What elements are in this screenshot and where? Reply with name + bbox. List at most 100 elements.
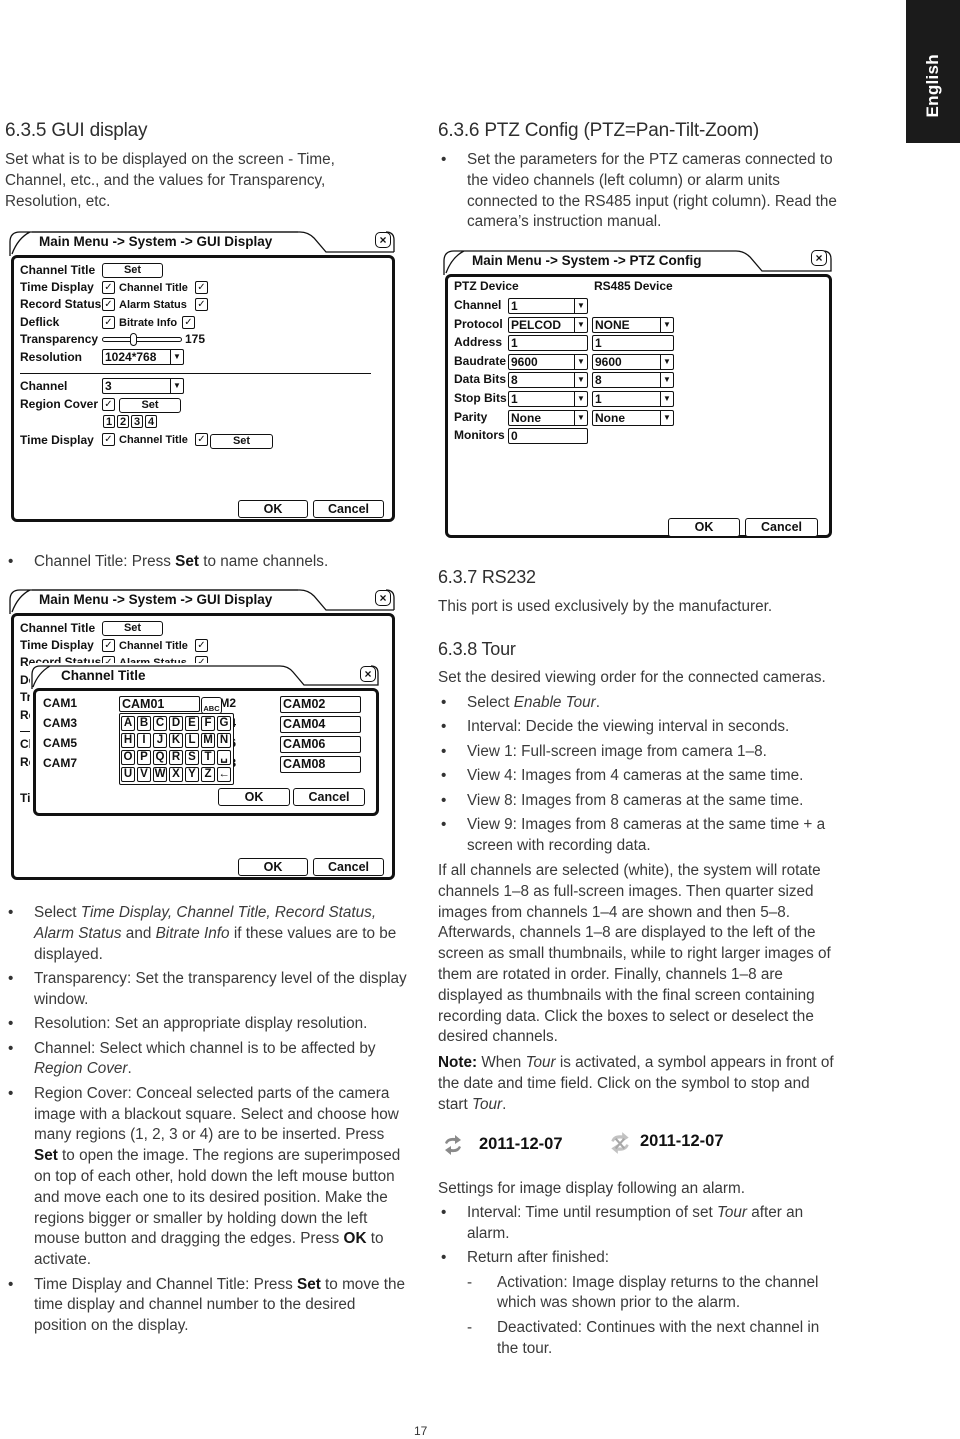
- ok-button[interactable]: OK: [668, 518, 740, 537]
- keyboard-key[interactable]: A: [121, 716, 135, 731]
- rich-text: Channel: Select which channel is to be a…: [34, 1040, 376, 1078]
- close-icon[interactable]: ×: [811, 250, 827, 266]
- channel-title-checkbox[interactable]: ✓: [195, 639, 208, 652]
- keyboard-key[interactable]: W: [153, 767, 167, 782]
- camera-name-input[interactable]: CAM02: [280, 696, 361, 713]
- region-2-button[interactable]: 2: [117, 415, 129, 428]
- ptz-select[interactable]: None ▼: [592, 409, 674, 426]
- keyboard-key[interactable]: L: [185, 733, 199, 748]
- list-item: Set the parameters for the PTZ cameras c…: [438, 150, 838, 233]
- ok-button[interactable]: OK: [238, 858, 308, 876]
- list-item: Channel Title: Press Set to name channel…: [5, 552, 395, 573]
- deflick-checkbox[interactable]: ✓: [102, 316, 115, 329]
- region-3-button[interactable]: 3: [131, 415, 143, 428]
- keyboard-key[interactable]: Z: [201, 767, 215, 782]
- ok-button[interactable]: OK: [218, 788, 290, 806]
- ptz-select[interactable]: 1 ▼: [508, 391, 588, 407]
- ptz-select[interactable]: None ▼: [508, 409, 588, 426]
- keyboard-key[interactable]: D: [169, 716, 183, 731]
- alarm-status-checkbox[interactable]: ✓: [195, 298, 208, 311]
- ptz-select[interactable]: 9600 ▼: [508, 353, 588, 370]
- region-1-button[interactable]: 1: [103, 415, 115, 428]
- ptz-select[interactable]: 8 ▼: [592, 372, 674, 389]
- region-cover-checkbox[interactable]: ✓: [102, 398, 115, 411]
- bitrate-info-checkbox[interactable]: ✓: [182, 316, 195, 329]
- ptz-select[interactable]: PELCOD ▼: [508, 316, 588, 333]
- cancel-button[interactable]: Cancel: [313, 500, 384, 518]
- keyboard-key[interactable]: X: [169, 767, 183, 782]
- keyboard-key[interactable]: I: [137, 733, 151, 748]
- keyboard-key[interactable]: F: [201, 716, 215, 731]
- close-icon[interactable]: ×: [360, 666, 376, 682]
- channel-select[interactable]: 3▼: [102, 378, 184, 394]
- tour-active-icon[interactable]: [441, 1133, 465, 1157]
- abc-keyboard-toggle-button[interactable]: ABC: [201, 697, 222, 714]
- keyboard-key[interactable]: ←: [217, 767, 231, 782]
- keyboard-key[interactable]: H: [121, 733, 135, 748]
- ptz-select[interactable]: NONE ▼: [592, 316, 674, 333]
- keyboard-key[interactable]: R: [169, 750, 183, 765]
- text-segment: Transparency: Set the transparency level…: [34, 969, 407, 1008]
- camera-name-input[interactable]: CAM04: [280, 716, 361, 733]
- keyboard-key[interactable]: ␣: [217, 750, 231, 765]
- rs232-text: This port is used exclusively by the man…: [438, 598, 773, 615]
- ptz-select[interactable]: 9600 ▼: [592, 353, 674, 370]
- keyboard-key[interactable]: O: [121, 750, 135, 765]
- channel-title-set-button[interactable]: Set: [102, 263, 163, 278]
- channel-title-checkbox[interactable]: ✓: [195, 281, 208, 294]
- time-display-checkbox[interactable]: ✓: [102, 281, 115, 294]
- text-segment: When: [477, 1054, 526, 1071]
- keyboard-key[interactable]: M: [201, 733, 215, 748]
- ok-button[interactable]: OK: [238, 500, 308, 518]
- position-set-button[interactable]: Set: [210, 434, 273, 449]
- ptz-row-label: Channel: [454, 298, 502, 312]
- keyboard-key[interactable]: V: [137, 767, 151, 782]
- keyboard-key[interactable]: N: [217, 733, 231, 748]
- keyboard-key[interactable]: J: [153, 733, 167, 748]
- tour-inactive-icon[interactable]: [607, 1130, 633, 1156]
- keyboard-key[interactable]: B: [137, 716, 151, 731]
- ptz-select[interactable]: 1 ▼: [508, 298, 588, 314]
- keyboard-key[interactable]: T: [201, 750, 215, 765]
- chevron-down-icon: ▼: [660, 373, 673, 388]
- channel-title-label: Channel Title: [20, 621, 96, 635]
- channel-title-position-checkbox[interactable]: ✓: [195, 433, 208, 446]
- chevron-down-icon: ▼: [170, 379, 183, 393]
- cancel-button[interactable]: Cancel: [745, 518, 818, 537]
- time-display-checkbox[interactable]: ✓: [102, 639, 115, 652]
- field-value: 1: [511, 336, 518, 351]
- channel-title-set-button[interactable]: Set: [102, 621, 163, 636]
- keyboard-key[interactable]: E: [185, 716, 199, 731]
- camera-name-input[interactable]: CAM06: [280, 736, 361, 753]
- keyboard-key[interactable]: Y: [185, 767, 199, 782]
- keyboard-key[interactable]: C: [153, 716, 167, 731]
- keyboard-key[interactable]: Q: [153, 750, 167, 765]
- close-icon[interactable]: ×: [375, 232, 391, 248]
- region-4-button[interactable]: 4: [145, 415, 157, 428]
- camera-name-input[interactable]: CAM08: [280, 756, 361, 773]
- ptz-input[interactable]: 1: [592, 335, 674, 352]
- resolution-select[interactable]: 1024*768 ▼: [102, 349, 184, 365]
- record-status-checkbox[interactable]: ✓: [102, 298, 115, 311]
- region-cover-set-button[interactable]: Set: [119, 398, 181, 413]
- time-display-position-checkbox[interactable]: ✓: [102, 433, 115, 446]
- ptz-row-label: Baudrate: [454, 353, 507, 368]
- text-segment: Region Cover: [34, 1060, 128, 1078]
- rich-text: Transparency: Set the transparency level…: [34, 970, 407, 1008]
- field-value: NONE: [595, 317, 630, 332]
- ptz-input[interactable]: 0: [508, 428, 588, 445]
- transparency-slider-track[interactable]: [102, 337, 182, 342]
- ptz-select[interactable]: 8 ▼: [508, 372, 588, 389]
- ptz-select[interactable]: 1 ▼: [592, 391, 674, 407]
- close-icon[interactable]: ×: [375, 590, 391, 606]
- transparency-slider-handle[interactable]: [130, 333, 137, 346]
- camera-name-input[interactable]: CAM01: [119, 696, 200, 712]
- keyboard-key[interactable]: S: [185, 750, 199, 765]
- ptz-input[interactable]: 1: [508, 335, 588, 352]
- cancel-button[interactable]: Cancel: [313, 858, 384, 876]
- keyboard-key[interactable]: K: [169, 733, 183, 748]
- keyboard-key[interactable]: G: [217, 716, 231, 731]
- keyboard-key[interactable]: U: [121, 767, 135, 782]
- keyboard-key[interactable]: P: [137, 750, 151, 765]
- cancel-button[interactable]: Cancel: [293, 788, 365, 806]
